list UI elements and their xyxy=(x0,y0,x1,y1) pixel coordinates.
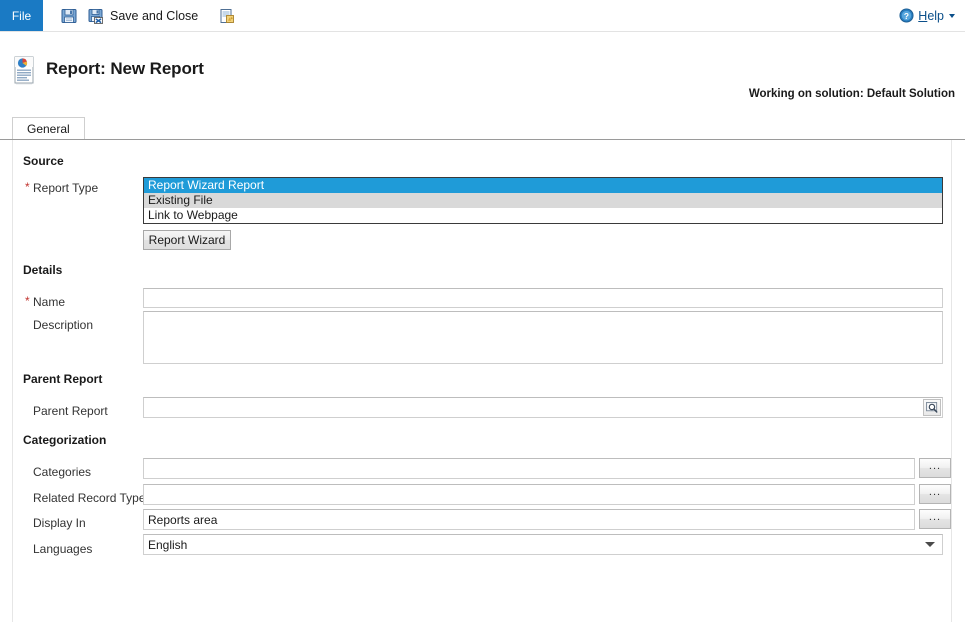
tab-general-label: General xyxy=(27,121,70,136)
report-type-option-0[interactable]: Report Wizard Report xyxy=(144,178,942,193)
report-type-listbox[interactable]: Report Wizard Report Existing File Link … xyxy=(143,177,943,224)
report-wizard-button[interactable]: Report Wizard xyxy=(143,230,231,250)
tab-general[interactable]: General xyxy=(12,117,85,139)
chevron-down-icon xyxy=(949,13,955,18)
display-in-input[interactable] xyxy=(143,509,915,530)
languages-input[interactable] xyxy=(143,534,943,555)
save-icon xyxy=(61,8,77,24)
save-button[interactable] xyxy=(55,0,83,31)
new-report-icon xyxy=(219,8,235,24)
categories-label: Categories xyxy=(33,465,92,479)
related-record-types-label: Related Record Types xyxy=(33,491,152,505)
name-input[interactable] xyxy=(143,288,943,308)
related-record-types-input[interactable] xyxy=(143,484,915,505)
parent-report-input[interactable] xyxy=(143,397,943,418)
report-type-label: * Report Type xyxy=(25,180,99,195)
lookup-icon[interactable] xyxy=(923,399,941,416)
section-heading-source: Source xyxy=(23,154,64,168)
parent-report-label: Parent Report xyxy=(33,404,108,418)
section-heading-parent-report: Parent Report xyxy=(23,372,103,386)
report-icon xyxy=(12,56,38,86)
solution-context-label: Working on solution: Default Solution xyxy=(748,88,955,100)
save-and-close-icon xyxy=(88,8,104,24)
report-type-option-1[interactable]: Existing File xyxy=(144,193,942,208)
report-type-option-2[interactable]: Link to Webpage xyxy=(144,208,942,223)
page-title: Report: New Report xyxy=(46,59,204,78)
section-heading-details: Details xyxy=(23,263,63,277)
tab-strip: General xyxy=(0,117,965,140)
parent-report-field xyxy=(143,397,943,418)
categories-browse-button[interactable]: ... xyxy=(919,458,951,478)
help-label-rest: elp xyxy=(927,8,944,23)
categories-browse-label: ... xyxy=(928,460,942,472)
page-header: Report: New Report Working on solution: … xyxy=(0,31,965,107)
display-in-label: Display In xyxy=(33,516,86,530)
help-label-accesskey: H xyxy=(918,8,928,23)
related-record-types-browse-label: ... xyxy=(928,486,942,498)
languages-label: Languages xyxy=(33,542,93,556)
new-button[interactable] xyxy=(213,0,241,31)
categories-input[interactable] xyxy=(143,458,915,479)
description-label: Description xyxy=(33,318,94,332)
form-body: Source * Report Type Report Wizard Report… xyxy=(12,140,952,622)
help-icon: ? xyxy=(899,7,915,24)
display-in-browse-button[interactable]: ... xyxy=(919,509,951,529)
report-type-label-text: Report Type xyxy=(33,181,99,195)
file-tab-label: File xyxy=(11,8,32,23)
display-in-browse-label: ... xyxy=(928,511,942,523)
report-wizard-button-label: Report Wizard xyxy=(148,233,226,247)
save-and-close-button[interactable]: Save and Close xyxy=(83,0,203,31)
help-button[interactable]: ? Help xyxy=(899,0,955,31)
name-label: * Name xyxy=(25,294,66,309)
ribbon-bar: File Save and Close ? Help xyxy=(0,0,965,32)
required-indicator: * xyxy=(25,180,30,194)
languages-combobox[interactable] xyxy=(143,534,943,555)
related-record-types-browse-button[interactable]: ... xyxy=(919,484,951,504)
section-heading-categorization: Categorization xyxy=(23,433,107,447)
help-label: Help xyxy=(918,9,944,23)
description-input[interactable] xyxy=(143,311,943,364)
required-indicator: * xyxy=(25,294,30,308)
file-tab[interactable]: File xyxy=(0,0,43,31)
ribbon-command-group: Save and Close xyxy=(55,0,241,31)
name-label-text: Name xyxy=(33,295,66,309)
save-and-close-label: Save and Close xyxy=(110,8,199,23)
svg-text:?: ? xyxy=(904,10,909,20)
